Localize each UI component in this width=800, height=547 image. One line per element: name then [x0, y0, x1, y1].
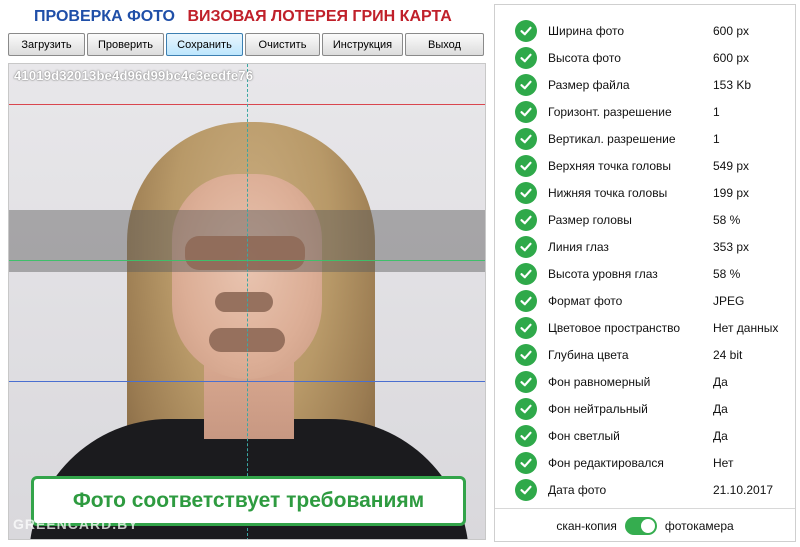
check-value: Нет данных [713, 320, 779, 335]
source-toggle[interactable] [624, 516, 657, 535]
check-value: 21.10.2017 [713, 482, 774, 497]
check-row: Фон нейтральный Да [495, 395, 795, 422]
check-row: Горизонт. разрешение 1 [495, 98, 795, 125]
check-ok-icon [515, 397, 537, 420]
load-button[interactable]: Загрузить [8, 33, 85, 56]
check-label: Вертикал. разрешение [548, 131, 676, 146]
check-label: Верхняя точка головы [548, 158, 672, 173]
check-label: Линия глаз [548, 239, 609, 254]
check-label: Горизонт. разрешение [548, 104, 672, 119]
check-value: 58 % [713, 266, 741, 281]
check-button[interactable]: Проверить [87, 33, 164, 56]
toggle-knob [640, 518, 655, 533]
check-label: Высота уровня глаз [548, 266, 658, 281]
check-value: 600 px [713, 23, 750, 38]
check-value: Да [713, 401, 728, 416]
check-value: 600 px [713, 50, 750, 65]
instruction-button[interactable]: Инструкция [322, 33, 403, 56]
camera-label: фотокамера [664, 518, 734, 533]
check-value: 199 px [713, 185, 750, 200]
check-value: 153 Kb [713, 77, 752, 92]
check-ok-icon [515, 100, 537, 123]
check-ok-icon [515, 262, 537, 285]
check-row: Дата фото 21.10.2017 [495, 476, 795, 503]
check-ok-icon [515, 73, 537, 96]
check-row: Цветовое пространство Нет данных [495, 314, 795, 341]
check-label: Фон редактировался [548, 455, 664, 470]
check-label: Фон нейтральный [548, 401, 648, 416]
check-row: Ширина фото 600 px [495, 17, 795, 44]
check-row: Высота уровня глаз 58 % [495, 260, 795, 287]
check-label: Размер головы [548, 212, 632, 227]
check-row: Глубина цвета 24 bit [495, 341, 795, 368]
check-row: Размер файла 153 Kb [495, 71, 795, 98]
check-row: Фон светлый Да [495, 422, 795, 449]
check-ok-icon [515, 46, 537, 69]
check-value: Да [713, 374, 728, 389]
check-ok-icon [515, 424, 537, 447]
source-switch: скан-копия фотокамера [495, 508, 795, 542]
eyes-redaction [185, 236, 305, 270]
check-list: Ширина фото 600 px Высота фото 600 px Размер… [495, 17, 795, 503]
check-label: Ширина фото [548, 23, 625, 38]
check-label: Размер файла [548, 77, 630, 92]
check-label: Дата фото [548, 482, 607, 497]
check-value: 58 % [713, 212, 741, 227]
check-ok-icon [515, 316, 537, 339]
nose-redaction [215, 292, 273, 312]
check-ok-icon [515, 19, 537, 42]
check-ok-icon [515, 289, 537, 312]
verdict-text: Фото соответствует требованиям [72, 489, 425, 512]
check-label: Высота фото [548, 50, 621, 65]
check-row: Нижняя точка головы 199 px [495, 179, 795, 206]
check-row: Верхняя точка головы 549 px [495, 152, 795, 179]
check-label: Фон равномерный [548, 374, 651, 389]
check-row: Фон равномерный Да [495, 368, 795, 395]
check-ok-icon [515, 451, 537, 474]
app-title: ПРОВЕРКА ФОТО ВИЗОВАЯ ЛОТЕРЕЯ ГРИН КАРТА [34, 8, 452, 26]
check-row: Формат фото JPEG [495, 287, 795, 314]
photo-hash: 41019d32013be4d96d99bc4c3eedfe76 [14, 68, 254, 83]
check-row: Линия глаз 353 px [495, 233, 795, 260]
photo-preview: 41019d32013be4d96d99bc4c3eedfe76 Фото со… [8, 63, 486, 540]
check-row: Вертикал. разрешение 1 [495, 125, 795, 152]
check-value: 353 px [713, 239, 750, 254]
check-ok-icon [515, 181, 537, 204]
check-row: Размер головы 58 % [495, 206, 795, 233]
check-ok-icon [515, 235, 537, 258]
check-label: Нижняя точка головы [548, 185, 668, 200]
check-ok-icon [515, 370, 537, 393]
title-photo-check: ПРОВЕРКА ФОТО [34, 8, 175, 25]
check-value: 24 bit [713, 347, 743, 362]
check-row: Высота фото 600 px [495, 44, 795, 71]
check-ok-icon [515, 343, 537, 366]
center-line [247, 64, 248, 539]
exit-button[interactable]: Выход [405, 33, 484, 56]
check-value: Да [713, 428, 728, 443]
save-button[interactable]: Сохранить [166, 33, 243, 56]
check-ok-icon [515, 154, 537, 177]
results-panel: Ширина фото 600 px Высота фото 600 px Размер… [494, 4, 796, 542]
scan-copy-label: скан-копия [556, 518, 617, 533]
check-ok-icon [515, 127, 537, 150]
check-value: Нет [713, 455, 734, 470]
check-label: Цветовое пространство [548, 320, 681, 335]
clear-button[interactable]: Очистить [245, 33, 320, 56]
watermark: GREENCARD.BY [13, 516, 139, 532]
check-label: Глубина цвета [548, 347, 629, 362]
check-label: Формат фото [548, 293, 623, 308]
check-label: Фон светлый [548, 428, 620, 443]
check-value: 1 [713, 104, 720, 119]
check-value: 549 px [713, 158, 750, 173]
check-value: JPEG [713, 293, 745, 308]
title-green-card: ВИЗОВАЯ ЛОТЕРЕЯ ГРИН КАРТА [187, 8, 452, 25]
check-ok-icon [515, 478, 537, 501]
check-row: Фон редактировался Нет [495, 449, 795, 476]
check-value: 1 [713, 131, 720, 146]
check-ok-icon [515, 208, 537, 231]
toolbar: Загрузить Проверить Сохранить Очистить И… [8, 33, 486, 57]
